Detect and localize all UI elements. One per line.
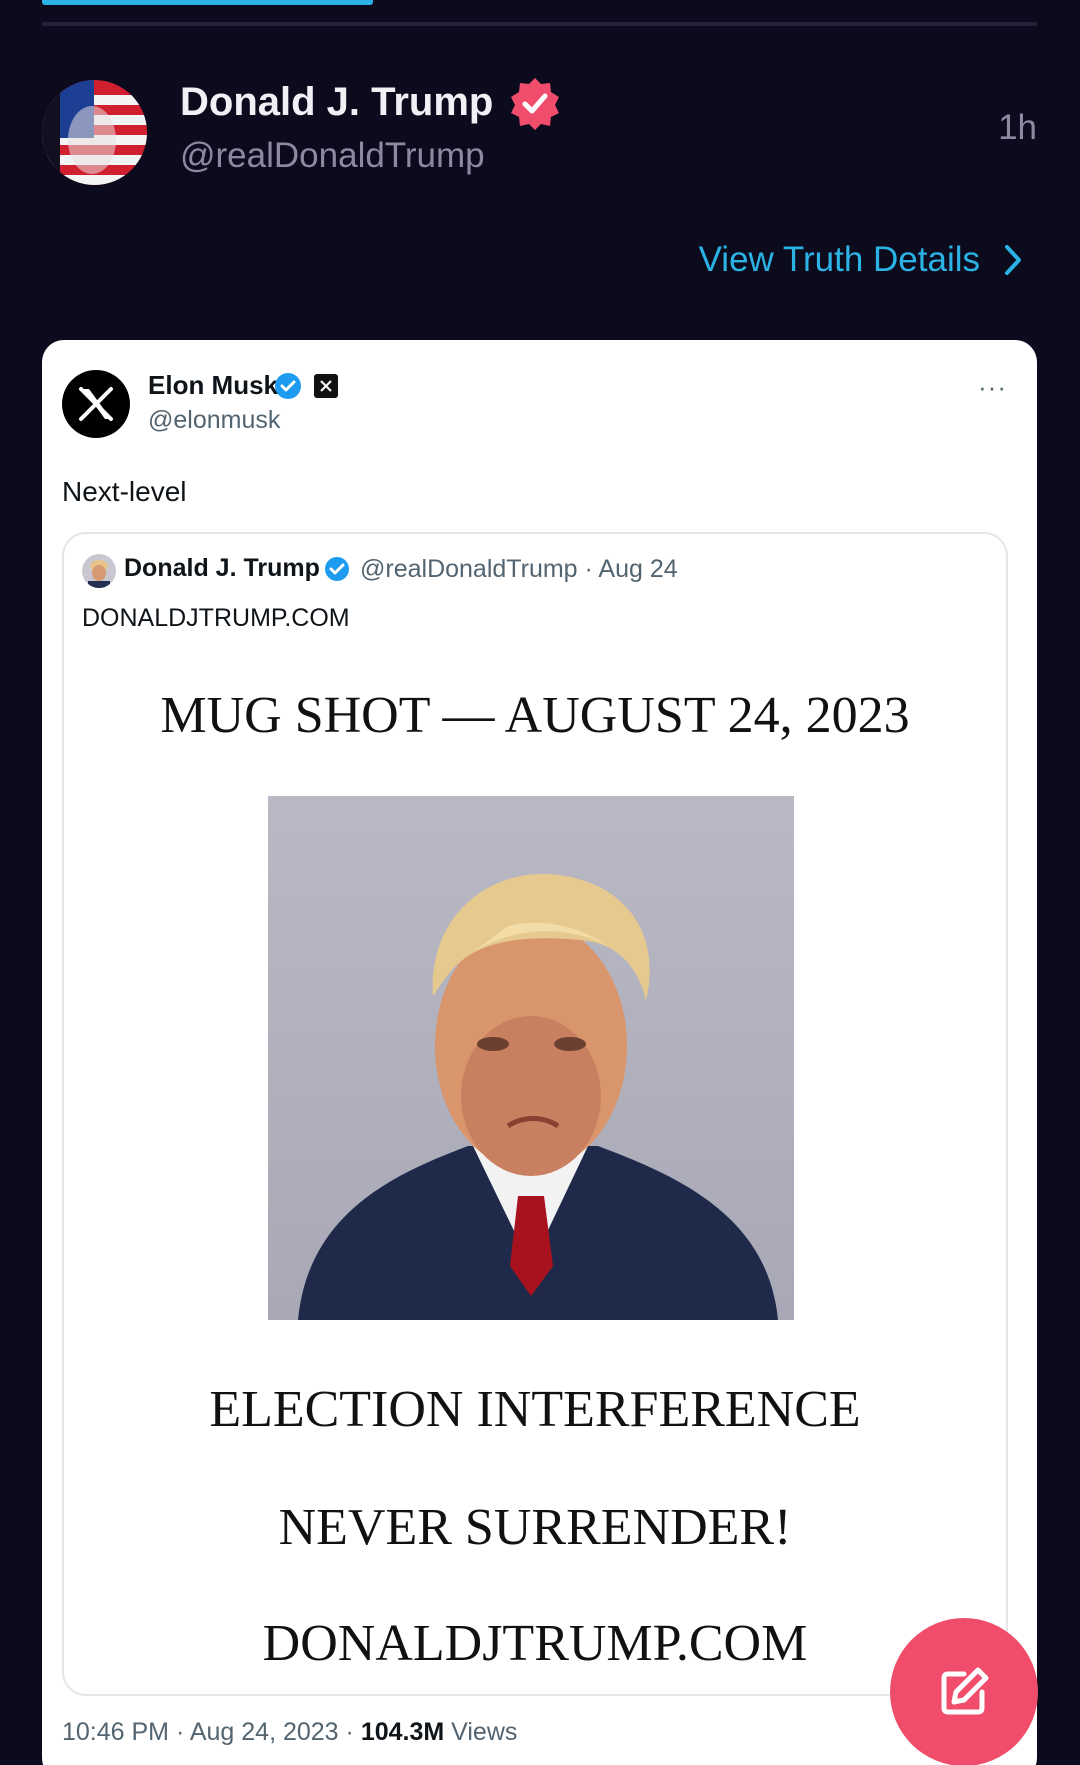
view-truth-details-link[interactable]: View Truth Details [699, 240, 1024, 280]
tweet-footer-time: 10:46 PM · Aug 24, 2023 · [62, 1718, 361, 1746]
mugshot-photo [268, 796, 794, 1320]
tweet-views-label: Views [444, 1718, 518, 1746]
x-affiliate-badge-icon [314, 374, 338, 398]
quoted-tweet: Donald J. Trump @realDonaldTrump · Aug 2… [62, 532, 1008, 1696]
chevron-right-icon [1005, 245, 1021, 275]
tweet-verified-icon [275, 373, 301, 399]
post-timestamp: 1h [998, 108, 1037, 147]
graphic-line-election-interference: ELECTION INTERFERENCE [209, 1381, 861, 1438]
more-options-icon: ··· [978, 372, 1007, 402]
tweet-author-name: Elon Musk [148, 370, 279, 400]
author-handle[interactable]: @realDonaldTrump [180, 136, 485, 176]
quoted-site-label: DONALDJTRUMP.COM [82, 604, 350, 632]
quoted-author-name: Donald J. Trump [124, 554, 320, 582]
author-avatar[interactable] [42, 80, 147, 185]
x-logo-icon [62, 370, 130, 438]
active-tab-indicator [42, 0, 373, 5]
compose-icon [941, 1667, 989, 1715]
quoted-meta: @realDonaldTrump · Aug 24 [360, 555, 678, 583]
view-truth-details-label: View Truth Details [698, 240, 980, 279]
tweet-footer: 10:46 PM · Aug 24, 2023 · 104.3M Views [62, 1718, 517, 1747]
graphic-line-website: DONALDJTRUMP.COM [262, 1615, 808, 1672]
author-name[interactable]: Donald J. Trump [180, 80, 493, 125]
tab-bar [42, 0, 1037, 26]
tweet-views-count: 104.3M [360, 1718, 445, 1746]
tweet-text: Next-level [62, 476, 187, 507]
graphic-line-never-surrender: NEVER SURRENDER! [278, 1499, 792, 1556]
graphic-title: MUG SHOT — AUGUST 24, 2023 [160, 687, 910, 744]
quoted-author-avatar [82, 554, 116, 588]
compose-button[interactable] [890, 1618, 1038, 1765]
embedded-media-card[interactable]: Elon Musk @elonmusk ··· Next-level Donal… [42, 340, 1037, 1765]
verified-badge-icon [511, 78, 559, 130]
quoted-verified-icon [325, 557, 349, 581]
tweet-author-handle: @elonmusk [148, 406, 281, 434]
